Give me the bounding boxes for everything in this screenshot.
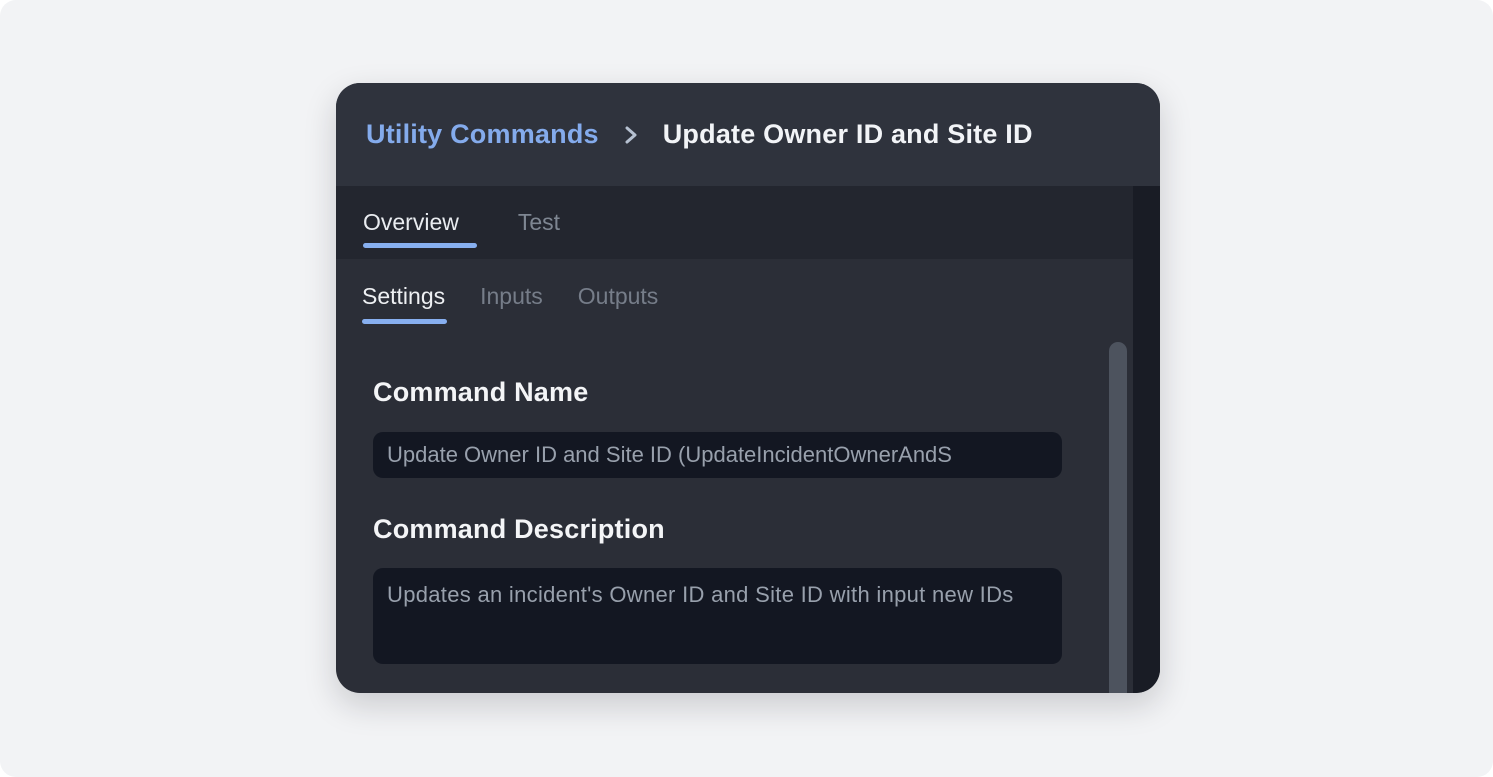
- tab-inputs[interactable]: Inputs: [480, 265, 543, 327]
- command-name-label: Command Name: [373, 377, 588, 408]
- page-background: Utility Commands Update Owner ID and Sit…: [0, 0, 1493, 777]
- tab-outputs[interactable]: Outputs: [578, 265, 659, 327]
- panel-header: Utility Commands Update Owner ID and Sit…: [336, 83, 1160, 186]
- chevron-right-icon: [623, 124, 639, 146]
- command-description-textarea[interactable]: Updates an incident's Owner ID and Site …: [373, 568, 1062, 664]
- tab-overview[interactable]: Overview: [363, 186, 459, 259]
- tab-overview-label: Overview: [363, 209, 459, 236]
- right-edge-strip: [1133, 186, 1160, 693]
- tab-test-label: Test: [518, 209, 560, 236]
- tab-outputs-label: Outputs: [578, 283, 659, 310]
- command-description-label: Command Description: [373, 514, 665, 545]
- vertical-scrollbar-thumb[interactable]: [1109, 342, 1127, 693]
- active-tab-underline: [363, 243, 477, 248]
- command-editor-panel: Utility Commands Update Owner ID and Sit…: [336, 83, 1160, 693]
- breadcrumb-parent-link[interactable]: Utility Commands: [366, 119, 599, 150]
- active-subtab-underline: [362, 319, 447, 324]
- tab-settings[interactable]: Settings: [362, 265, 445, 327]
- tab-settings-label: Settings: [362, 283, 445, 310]
- command-name-input[interactable]: [373, 432, 1062, 478]
- tab-test[interactable]: Test: [518, 186, 560, 259]
- tab-inputs-label: Inputs: [480, 283, 543, 310]
- primary-tab-bar: Overview Test: [336, 186, 1160, 259]
- breadcrumb-current-title: Update Owner ID and Site ID: [663, 119, 1033, 150]
- secondary-tab-bar: Settings Inputs Outputs: [362, 265, 658, 327]
